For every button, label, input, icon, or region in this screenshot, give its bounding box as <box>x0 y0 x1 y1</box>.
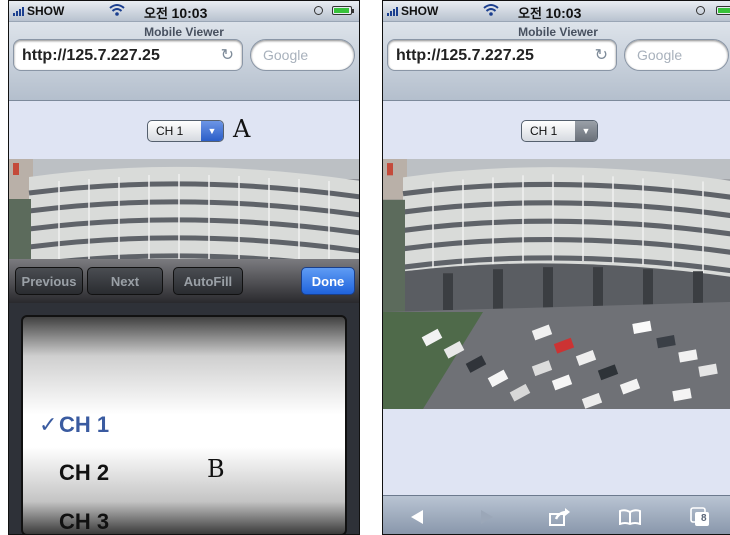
camera-view <box>383 159 730 409</box>
browser-header: Mobile Viewer http://125.7.227.25 ↻ Goog… <box>383 22 730 101</box>
phone-screen-left: SHOW 오전 10:03 Mobile Viewer http://125.7… <box>8 0 360 535</box>
channel-picker: ✓ CH 1 CH 2 CH 3 B <box>9 303 359 534</box>
search-placeholder: Google <box>263 47 309 63</box>
wifi-icon <box>483 4 499 16</box>
search-placeholder: Google <box>637 47 683 63</box>
status-bar: SHOW 오전 10:03 <box>383 1 730 22</box>
picker-item-ch1[interactable]: CH 1 <box>59 412 109 438</box>
dropdown-arrow-icon: ▼ <box>201 121 223 141</box>
signal-icon <box>387 6 398 16</box>
carrier-label: SHOW <box>27 4 65 18</box>
clock-icon <box>696 6 705 15</box>
autofill-button[interactable]: AutoFill <box>173 267 243 295</box>
picker-wheel[interactable]: ✓ CH 1 CH 2 CH 3 B <box>21 315 347 534</box>
wifi-icon <box>109 4 125 16</box>
picker-item-ch3[interactable]: CH 3 <box>59 509 109 534</box>
channel-bar: CH 1 ▼ A <box>9 101 359 159</box>
channel-bar: CH 1 ▼ <box>383 101 730 159</box>
address-field[interactable]: http://125.7.227.25 ↻ <box>387 39 617 71</box>
reload-icon[interactable]: ↻ <box>221 45 234 65</box>
battery-icon <box>332 6 354 15</box>
tabs-icon[interactable]: 8 <box>688 505 712 529</box>
status-time: 오전 10:03 <box>518 5 582 21</box>
status-bar: SHOW 오전 10:03 <box>9 1 359 22</box>
done-button[interactable]: Done <box>301 267 355 295</box>
page-title: Mobile Viewer <box>518 25 598 39</box>
address-text: http://125.7.227.25 <box>396 47 534 64</box>
page-title: Mobile Viewer <box>144 25 224 39</box>
search-field[interactable]: Google <box>624 39 729 71</box>
address-text: http://125.7.227.25 <box>22 47 160 64</box>
channel-select-value: CH 1 <box>530 124 558 138</box>
picker-item-ch2[interactable]: CH 2 <box>59 460 109 486</box>
channel-select[interactable]: CH 1 ▼ <box>147 120 224 142</box>
annotation-b: B <box>207 455 225 483</box>
channel-select[interactable]: CH 1 ▼ <box>521 120 598 142</box>
status-time: 오전 10:03 <box>144 5 208 21</box>
reload-icon[interactable]: ↻ <box>595 45 608 65</box>
address-field[interactable]: http://125.7.227.25 ↻ <box>13 39 243 71</box>
dropdown-arrow-icon: ▼ <box>575 121 597 141</box>
camera-view <box>9 159 359 259</box>
browser-header: Mobile Viewer http://125.7.227.25 ↻ Goog… <box>9 22 359 101</box>
annotation-a: A <box>233 115 251 143</box>
keyboard-accessory-bar: Previous Next AutoFill Done <box>9 259 359 303</box>
checkmark-icon: ✓ <box>39 412 58 437</box>
battery-icon <box>716 6 730 15</box>
clock-icon <box>314 6 323 15</box>
next-button[interactable]: Next <box>87 267 163 295</box>
phone-screen-right: SHOW 오전 10:03 Mobile Viewer http://125.7… <box>382 0 730 535</box>
bookmarks-icon[interactable] <box>618 505 642 529</box>
signal-icon <box>13 6 24 16</box>
page-background <box>383 409 730 495</box>
share-icon[interactable] <box>548 505 572 529</box>
tabs-count: 8 <box>701 513 707 524</box>
previous-button[interactable]: Previous <box>15 267 83 295</box>
browser-toolbar: 8 <box>383 495 730 534</box>
carrier-label: SHOW <box>401 4 439 18</box>
channel-select-value: CH 1 <box>156 124 184 138</box>
forward-arrow-icon[interactable] <box>475 505 499 529</box>
search-field[interactable]: Google <box>250 39 355 71</box>
back-arrow-icon[interactable] <box>405 505 429 529</box>
